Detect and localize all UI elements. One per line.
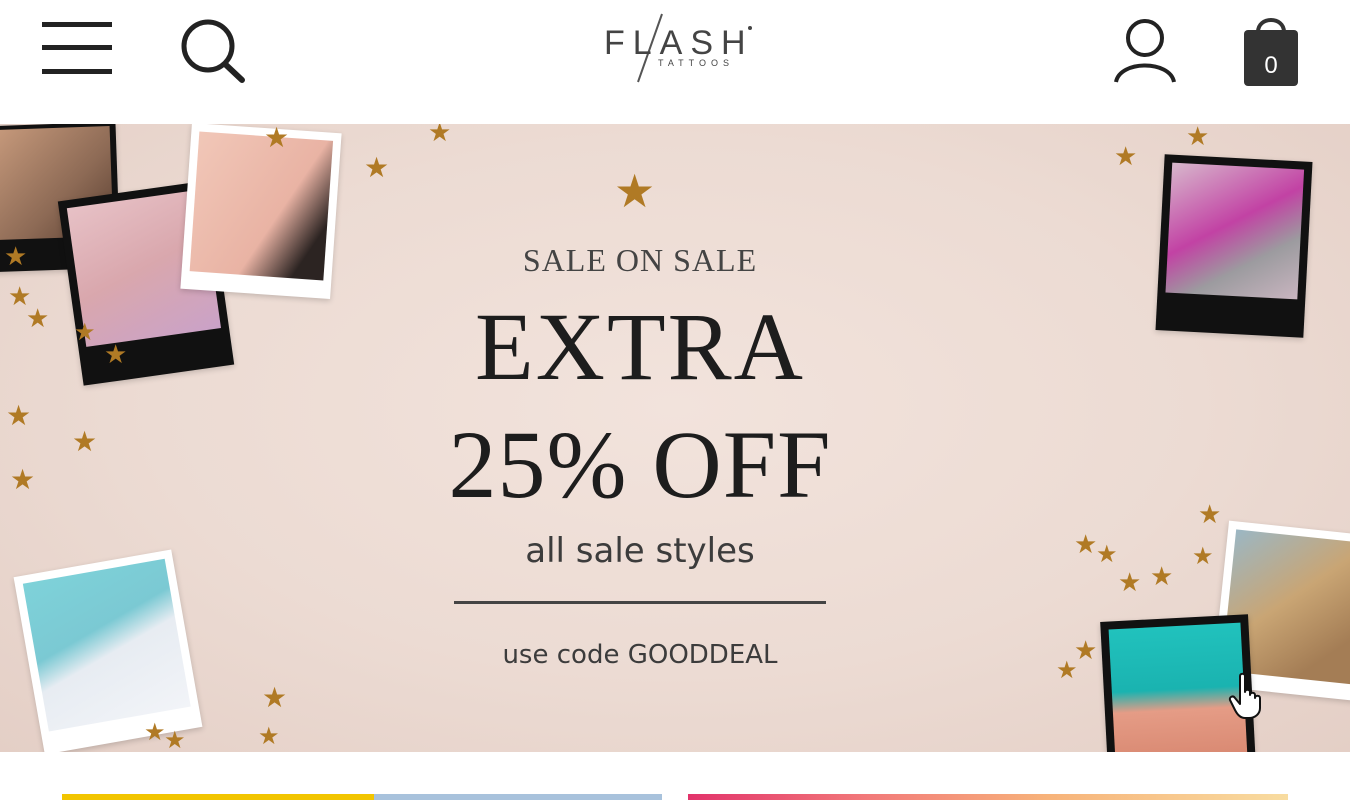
category-card-left[interactable] [62,794,662,800]
star-decoration: ★ [1096,540,1118,568]
star-decoration: ★ [428,124,452,148]
star-decoration: ★ [1186,124,1210,152]
star-decoration: ★ [4,242,28,272]
menu-button[interactable] [40,18,114,80]
promo-code: use code GOODDEAL [502,640,778,670]
promo-headline-line1: EXTRA [475,293,805,400]
star-decoration: ★ [258,722,280,750]
promo-eyebrow: SALE ON SALE [522,242,758,278]
promo-text: SALE ON SALE EXTRA 25% OFF all sale styl… [380,242,900,670]
promo-headline-line2: 25% OFF [448,411,832,518]
tattoo-photo [180,124,342,300]
tattoo-photo [1155,154,1313,338]
divider [454,601,826,604]
star-decoration: ★ [1074,530,1098,560]
search-icon [181,19,245,83]
star-decoration: ★ [1114,142,1138,172]
account-button[interactable] [1110,16,1180,86]
hamburger-menu-icon [42,22,112,74]
search-button[interactable] [178,18,250,84]
star-decoration: ★ [10,463,36,496]
tattoo-photo [13,549,203,752]
star-decoration: ★ [104,340,128,370]
star-decoration: ★ [264,124,290,154]
svg-text:TATTOOS: TATTOOS [658,58,734,68]
star-decoration: ★ [144,718,166,746]
svg-text:FLASH: FLASH [604,24,754,62]
star-decoration: ★ [614,164,656,218]
category-card-right[interactable] [688,794,1288,800]
logo[interactable]: FLASH TATTOOS [598,10,762,86]
site-header: FLASH TATTOOS 0 [0,0,1350,124]
user-icon [1114,19,1176,83]
star-decoration: ★ [1198,500,1222,530]
star-decoration: ★ [74,318,96,346]
star-decoration: ★ [164,726,186,752]
hand-pointer-icon [1228,672,1261,719]
star-decoration: ★ [262,681,288,714]
flash-logo-icon: FLASH TATTOOS [604,13,754,83]
promo-banner[interactable]: ★ ★ ★ ★ ★ ★ ★ ★ ★ ★ ★ ★ ★ ★ ★ ★ ★ ★ ★ ★ … [0,124,1350,752]
promo-subline: all sale styles [525,531,755,571]
cart-count: 0 [1264,52,1278,79]
star-decoration: ★ [1150,562,1174,592]
star-decoration: ★ [1118,568,1142,598]
star-decoration: ★ [1056,656,1078,684]
star-decoration: ★ [1192,542,1214,570]
star-decoration: ★ [72,425,98,458]
cart-button[interactable]: 0 [1238,12,1304,88]
star-decoration: ★ [6,399,32,432]
star-decoration: ★ [364,151,390,184]
star-decoration: ★ [26,304,50,334]
